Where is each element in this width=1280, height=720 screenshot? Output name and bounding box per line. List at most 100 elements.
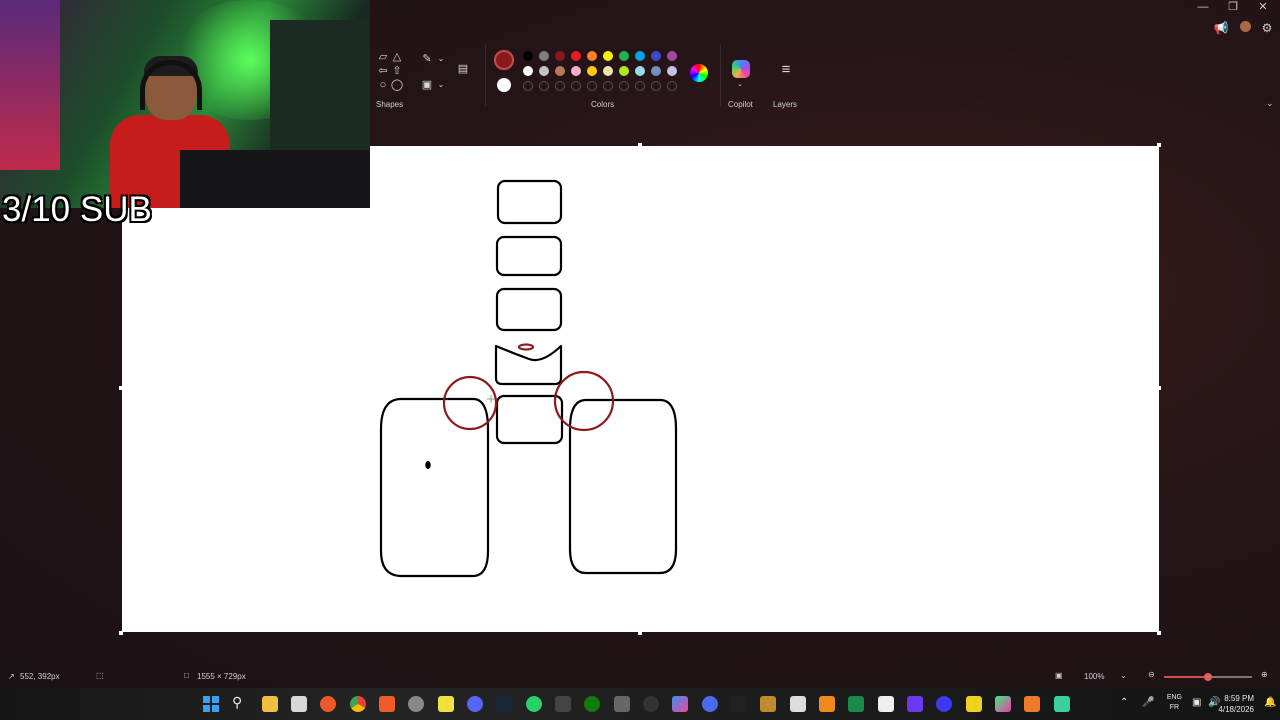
palette-color-swatch[interactable] xyxy=(523,51,533,61)
primary-color-swatch[interactable] xyxy=(494,50,514,70)
whatsapp-icon[interactable] xyxy=(526,696,542,712)
copilot-taskbar-icon[interactable] xyxy=(672,696,688,712)
palette-custom-slot[interactable] xyxy=(587,81,597,91)
canvas-resize-handle-top[interactable] xyxy=(638,143,642,147)
shape-arrow-up-icon[interactable]: ⇧ xyxy=(390,64,404,78)
palette-color-swatch[interactable] xyxy=(651,51,661,61)
palette-custom-slot[interactable] xyxy=(619,81,629,91)
app-brown-icon[interactable] xyxy=(760,696,776,712)
ribbon-collapse-chevron-icon[interactable]: ⌄ xyxy=(1266,98,1274,109)
search-icon[interactable]: ⚲ xyxy=(232,694,242,711)
clock[interactable]: 8:59 PM 4/18/2026 xyxy=(1218,693,1254,715)
palette-color-swatch[interactable] xyxy=(603,66,613,76)
fill-chevron-down-icon[interactable]: ⌄ xyxy=(434,78,448,92)
notes-app-icon[interactable] xyxy=(438,696,454,712)
palette-custom-slot[interactable] xyxy=(523,81,533,91)
palette-color-swatch[interactable] xyxy=(571,51,581,61)
microphone-icon[interactable]: 🎤 xyxy=(1142,697,1154,708)
media-player-icon[interactable] xyxy=(907,696,923,712)
fill-bucket-icon[interactable]: ▣ xyxy=(420,78,434,92)
palette-custom-slot[interactable] xyxy=(571,81,581,91)
speedometer-icon[interactable] xyxy=(643,696,659,712)
palette-custom-slot[interactable] xyxy=(635,81,645,91)
outline-pen-icon[interactable]: ✎ xyxy=(420,52,434,66)
tray-chevron-up-icon[interactable]: ⌃ xyxy=(1120,697,1128,708)
app-yellow-icon[interactable] xyxy=(966,696,982,712)
palette-custom-slot[interactable] xyxy=(539,81,549,91)
app-white-icon[interactable] xyxy=(790,696,806,712)
shape-arrow-left-icon[interactable]: ⇦ xyxy=(376,64,390,78)
canvas-resize-handle-bottom-right[interactable] xyxy=(1157,631,1161,635)
palette-color-swatch[interactable] xyxy=(555,66,565,76)
copilot-icon[interactable] xyxy=(732,60,750,78)
canvas-resize-handle-right[interactable] xyxy=(1157,386,1161,390)
settings-gear-icon[interactable]: ⚙ xyxy=(1259,20,1275,36)
zoom-slider[interactable] xyxy=(1164,673,1252,681)
app-tiles-icon[interactable] xyxy=(878,696,894,712)
app-icon-generic[interactable] xyxy=(555,696,571,712)
tap-app-icon[interactable] xyxy=(848,696,864,712)
secondary-color-swatch[interactable] xyxy=(497,78,511,92)
app-ub-icon[interactable] xyxy=(702,696,718,712)
layers-icon[interactable]: ≡ xyxy=(778,62,794,78)
drawing-canvas[interactable] xyxy=(122,146,1159,632)
close-button[interactable]: ✕ xyxy=(1248,0,1278,14)
zoom-slider-thumb[interactable] xyxy=(1204,673,1212,681)
app-orange-icon[interactable] xyxy=(819,696,835,712)
palette-color-swatch[interactable] xyxy=(635,66,645,76)
canvas-resize-handle-top-right[interactable] xyxy=(1157,143,1161,147)
account-avatar[interactable] xyxy=(1237,20,1253,36)
app-blue-icon[interactable] xyxy=(936,696,952,712)
blender-icon[interactable] xyxy=(1024,696,1040,712)
palette-color-swatch[interactable] xyxy=(635,51,645,61)
palette-color-swatch[interactable] xyxy=(619,51,629,61)
palette-color-swatch[interactable] xyxy=(667,66,677,76)
palette-color-swatch[interactable] xyxy=(667,51,677,61)
palette-color-swatch[interactable] xyxy=(555,51,565,61)
palette-custom-slot[interactable] xyxy=(555,81,565,91)
restore-button[interactable]: ❐ xyxy=(1218,0,1248,14)
palette-custom-slot[interactable] xyxy=(603,81,613,91)
shape-speech-bubble-icon[interactable]: ◯ xyxy=(390,78,404,92)
notifications-bell-icon[interactable]: 🔔 xyxy=(1264,697,1276,708)
feedback-icon[interactable]: 📢 xyxy=(1213,20,1229,36)
zoom-out-icon[interactable]: ⊖ xyxy=(1148,670,1155,679)
zoom-level[interactable]: 100% xyxy=(1084,672,1104,681)
palette-custom-slot[interactable] xyxy=(667,81,677,91)
settings-app-icon[interactable] xyxy=(408,696,424,712)
palette-color-swatch[interactable] xyxy=(539,66,549,76)
duckduckgo-icon[interactable] xyxy=(320,696,336,712)
zoom-dropdown-chevron-icon[interactable]: ⌄ xyxy=(1120,671,1127,680)
edit-colors-wheel-icon[interactable] xyxy=(690,64,708,82)
shape-polygon-icon[interactable]: ▱ xyxy=(376,50,390,64)
steam-icon[interactable] xyxy=(496,696,512,712)
canvas-resize-handle-bottom-left[interactable] xyxy=(119,631,123,635)
windows-start-icon[interactable] xyxy=(203,696,219,712)
paint-app-icon[interactable] xyxy=(1054,696,1070,712)
layers-label[interactable]: Layers xyxy=(773,100,797,109)
palette-custom-slot[interactable] xyxy=(651,81,661,91)
xbox-icon[interactable] xyxy=(584,696,600,712)
language-indicator[interactable]: ENG FR xyxy=(1167,693,1182,713)
shape-options-icon[interactable]: ▤ xyxy=(456,62,470,76)
network-icon[interactable]: ▣ xyxy=(1192,697,1201,708)
palette-color-swatch[interactable] xyxy=(587,66,597,76)
fit-to-window-icon[interactable]: ▣ xyxy=(1055,671,1063,680)
palette-color-swatch[interactable] xyxy=(539,51,549,61)
google-icon[interactable] xyxy=(731,696,747,712)
zoom-in-icon[interactable]: ⊕ xyxy=(1261,670,1268,679)
copilot-chevron-down-icon[interactable]: ⌄ xyxy=(737,80,743,88)
chrome-icon[interactable] xyxy=(350,696,366,712)
palette-color-swatch[interactable] xyxy=(571,66,581,76)
calculator-icon[interactable] xyxy=(614,696,630,712)
shape-callout-icon[interactable]: ○ xyxy=(376,78,390,92)
palette-color-swatch[interactable] xyxy=(651,66,661,76)
discord-icon[interactable] xyxy=(467,696,483,712)
brave-icon[interactable] xyxy=(379,696,395,712)
file-explorer-icon[interactable] xyxy=(262,696,278,712)
shape-triangle-icon[interactable]: △ xyxy=(390,50,404,64)
app-x-icon[interactable] xyxy=(995,696,1011,712)
palette-color-swatch[interactable] xyxy=(603,51,613,61)
canvas-resize-handle-bottom[interactable] xyxy=(638,631,642,635)
outline-chevron-down-icon[interactable]: ⌄ xyxy=(434,52,448,66)
